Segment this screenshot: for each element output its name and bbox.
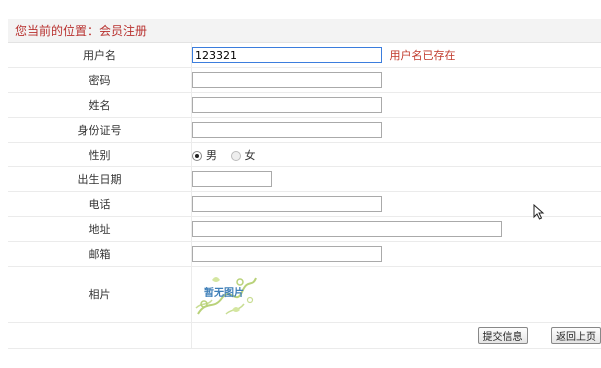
- form-row-email: 邮箱: [8, 241, 601, 267]
- registration-form-table: 用户名 用户名已存在 密码 姓名 身份证号 性别 男 女: [8, 43, 601, 349]
- name-input[interactable]: [192, 96, 382, 113]
- photo-label: 相片: [8, 266, 192, 323]
- photo-placeholder-image[interactable]: 暂无图片: [192, 270, 260, 318]
- form-row-gender: 性别 男 女: [8, 142, 601, 168]
- submit-button[interactable]: 提交信息: [477, 326, 528, 344]
- email-label: 邮箱: [8, 241, 192, 267]
- phone-label: 电话: [8, 191, 192, 218]
- birthdate-label: 出生日期: [8, 166, 192, 193]
- breadcrumb: 您当前的位置：会员注册: [8, 19, 601, 43]
- gender-female-label: 女: [244, 148, 256, 162]
- form-row-password: 密码: [8, 67, 601, 94]
- form-row-birthdate: 出生日期: [8, 166, 601, 193]
- gender-label: 性别: [8, 142, 192, 168]
- username-error-message: 用户名已存在: [389, 49, 456, 63]
- gender-option-female[interactable]: 女: [230, 147, 256, 163]
- mouse-pointer-icon: [533, 204, 545, 220]
- id-number-input[interactable]: [192, 121, 382, 138]
- gender-option-male[interactable]: 男: [192, 147, 217, 163]
- phone-input[interactable]: [192, 196, 382, 213]
- form-row-buttons: 提交信息 返回上页: [8, 322, 601, 349]
- address-label: 地址: [8, 216, 192, 242]
- form-row-name: 姓名: [8, 92, 601, 118]
- name-label: 姓名: [8, 92, 192, 118]
- radio-checked-icon: [192, 150, 202, 161]
- radio-unchecked-icon: [230, 150, 241, 161]
- password-label: 密码: [8, 67, 192, 94]
- id-number-label: 身份证号: [8, 117, 192, 143]
- form-row-address: 地址: [8, 216, 601, 242]
- password-input[interactable]: [192, 72, 382, 89]
- email-input[interactable]: [192, 245, 382, 262]
- form-row-phone: 电话: [8, 191, 601, 218]
- back-button[interactable]: 返回上页: [551, 326, 601, 344]
- form-row-photo: 相片 暂无图片: [8, 266, 601, 323]
- form-row-id-number: 身份证号: [8, 117, 601, 143]
- address-input[interactable]: [192, 220, 502, 237]
- form-row-username: 用户名 用户名已存在: [8, 43, 601, 69]
- username-label: 用户名: [8, 43, 192, 69]
- gender-male-label: 男: [206, 148, 217, 162]
- no-image-caption: 暂无图片: [204, 288, 244, 300]
- username-input[interactable]: [192, 47, 382, 64]
- birthdate-input[interactable]: [192, 171, 272, 188]
